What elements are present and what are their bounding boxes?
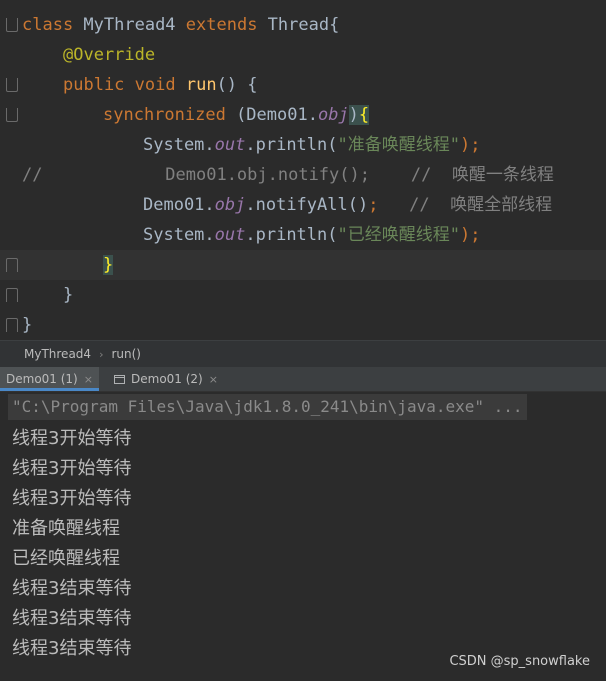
chevron-right-icon: › (99, 348, 104, 361)
code-text: Demo01. (143, 195, 215, 215)
line-comment: // 唤醒全部线程 (378, 195, 553, 215)
code-text: System. (143, 135, 215, 155)
code-line-8[interactable]: System.out.println("已经唤醒线程"); (0, 220, 606, 250)
code-line-2[interactable]: @Override (0, 40, 606, 70)
console-line: 线程3开始等待 (12, 428, 132, 449)
keyword: void (124, 75, 176, 95)
string-literal: "准备唤醒线程" (337, 135, 460, 155)
close-icon[interactable]: × (84, 373, 93, 386)
code-line-7[interactable]: Demo01.obj.notifyAll(); // 唤醒全部线程 (0, 190, 606, 220)
field-ref: out (214, 225, 246, 245)
code-text: (Demo01. (225, 105, 318, 125)
console-icon (114, 375, 125, 384)
field-ref: obj (214, 195, 246, 215)
matched-brace: } (103, 255, 114, 275)
breadcrumb-method[interactable]: run() (111, 347, 141, 361)
console-line: 已经唤醒线程 (12, 548, 120, 569)
matched-brace: { (358, 105, 370, 125)
field-ref: obj (317, 105, 349, 125)
line-comment: // Demo01.obj.notify(); // 唤醒一条线程 (22, 165, 554, 185)
console-line: 准备唤醒线程 (12, 518, 120, 539)
code-text: System. (143, 225, 215, 245)
code-line-11[interactable]: } (0, 310, 606, 340)
code-text: () { (216, 75, 258, 95)
keyword: public (63, 75, 125, 95)
code-line-1[interactable]: class MyThread4 extends Thread{ (0, 10, 606, 40)
keyword: synchronized (103, 105, 226, 125)
tab-demo01-2[interactable]: Demo01 (2) × (108, 367, 224, 391)
breadcrumb-class[interactable]: MyThread4 (24, 347, 91, 361)
code-text: ); (459, 225, 481, 245)
fold-icon[interactable] (6, 318, 18, 332)
console-output[interactable]: "C:\Program Files\Java\jdk1.8.0_241\bin\… (0, 392, 606, 681)
code-line-5[interactable]: System.out.println("准备唤醒线程"); (0, 130, 606, 160)
watermark: CSDN @sp_snowflake (449, 654, 590, 669)
keyword: class (22, 15, 74, 35)
fold-icon[interactable] (6, 18, 18, 32)
code-line-6[interactable]: // Demo01.obj.notify(); // 唤醒一条线程 (0, 160, 606, 190)
breadcrumb: MyThread4 › run() (0, 340, 606, 367)
fold-icon[interactable] (6, 258, 18, 272)
code-text: .println( (245, 135, 338, 155)
fold-icon[interactable] (6, 78, 18, 92)
code-text: } (22, 315, 33, 335)
tab-demo01-1[interactable]: Demo01 (1) × (0, 367, 99, 391)
method-name: run (175, 75, 217, 95)
code-text: ; (368, 195, 379, 215)
keyword: extends (185, 15, 258, 35)
code-text: .println( (245, 225, 338, 245)
string-literal: "已经唤醒线程" (337, 225, 460, 245)
code-line-4[interactable]: synchronized (Demo01.obj){ (0, 100, 606, 130)
console-line: 线程3结束等待 (12, 608, 132, 629)
console-line: 线程3结束等待 (12, 578, 132, 599)
code-text: .notifyAll() (245, 195, 369, 215)
field-ref: out (214, 135, 246, 155)
run-tab-bar: Demo01 (1) × Demo01 (2) × (0, 367, 606, 392)
code-text: Thread{ (257, 15, 340, 35)
annotation: @Override (63, 45, 156, 65)
code-editor[interactable]: class MyThread4 extends Thread{ @Overrid… (0, 0, 606, 340)
tab-label: Demo01 (1) (6, 372, 78, 386)
code-line-3[interactable]: public void run() { (0, 70, 606, 100)
code-line-10[interactable]: } (0, 280, 606, 310)
code-text: } (63, 285, 74, 305)
class-name: MyThread4 (73, 15, 186, 35)
java-command-line[interactable]: "C:\Program Files\Java\jdk1.8.0_241\bin\… (8, 394, 527, 420)
console-line: 线程3开始等待 (12, 488, 132, 509)
close-icon[interactable]: × (209, 373, 218, 386)
console-line: 线程3结束等待 (12, 638, 132, 659)
code-text: ); (459, 135, 481, 155)
code-text: ) (348, 105, 359, 125)
console-line: 线程3开始等待 (12, 458, 132, 479)
tab-label: Demo01 (2) (131, 372, 203, 386)
fold-icon[interactable] (6, 288, 18, 302)
fold-icon[interactable] (6, 108, 18, 122)
code-line-9[interactable]: } (0, 250, 606, 280)
